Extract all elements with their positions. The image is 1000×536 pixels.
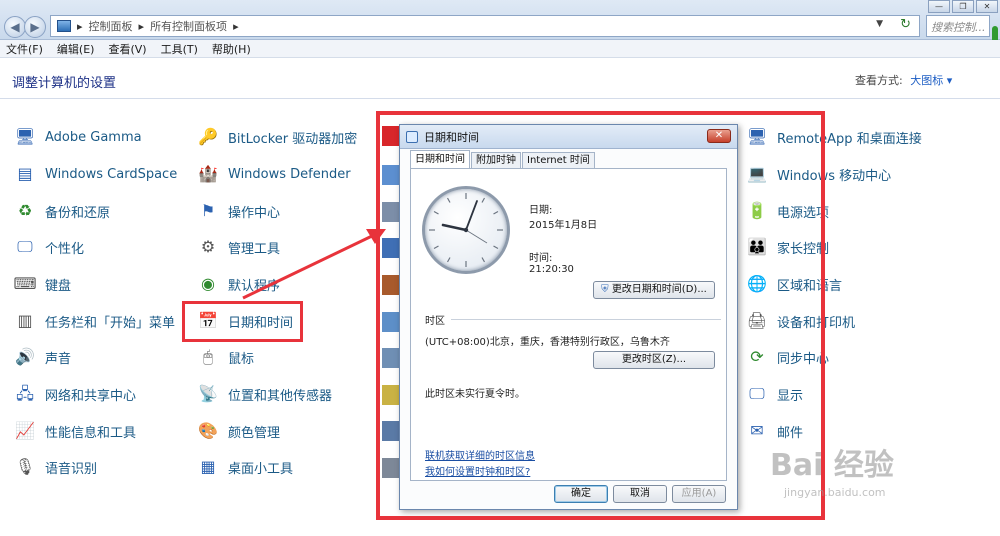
watermark-brand: Bai 经验 — [770, 448, 894, 483]
watermark: Bai 经验 jingyan.baidu.com — [770, 440, 894, 499]
watermark-url: jingyan.baidu.com — [784, 486, 886, 499]
